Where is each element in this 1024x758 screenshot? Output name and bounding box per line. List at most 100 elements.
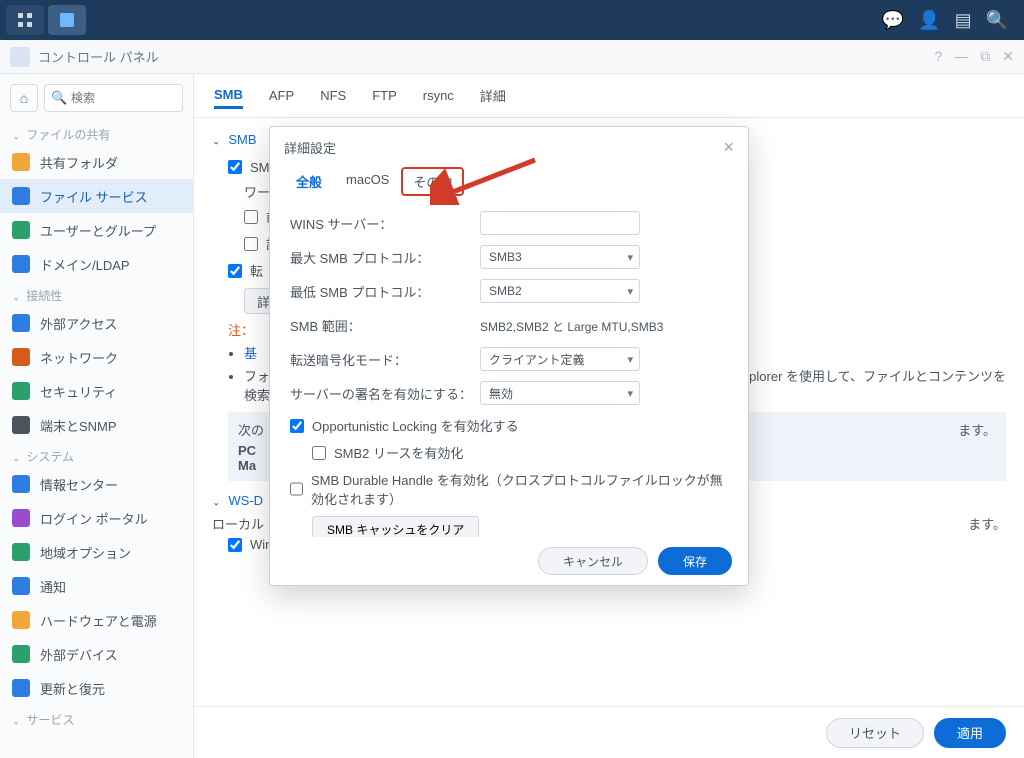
- sign-select[interactable]: 無効: [480, 381, 640, 405]
- sidebar-item[interactable]: ドメイン/LDAP: [0, 247, 193, 281]
- sidebar-item-icon: [12, 153, 30, 171]
- app-icon: [10, 47, 30, 67]
- sidebar-category-file-sharing[interactable]: ファイルの共有: [0, 120, 193, 145]
- tab-smb[interactable]: SMB: [214, 83, 243, 109]
- sidebar-item-icon: [12, 543, 30, 561]
- sidebar-item-icon: [12, 348, 30, 366]
- sidebar-item-label: 更新と復元: [40, 679, 105, 698]
- tab-rsync[interactable]: rsync: [423, 84, 454, 107]
- sidebar-item-icon: [12, 577, 30, 595]
- range-value: SMB2,SMB2 と Large MTU,SMB3: [480, 315, 663, 335]
- sidebar-item-label: 外部アクセス: [40, 314, 117, 333]
- sidebar-item-icon: [12, 187, 30, 205]
- tab-ftp[interactable]: FTP: [372, 84, 397, 107]
- sidebar-item-label: ネットワーク: [40, 348, 118, 367]
- sidebar-item-icon: [12, 382, 30, 400]
- sidebar-item-icon: [12, 509, 30, 527]
- reset-button[interactable]: リセット: [826, 718, 924, 748]
- sidebar-item[interactable]: 地域オプション: [0, 535, 193, 569]
- sidebar-item[interactable]: 端末とSNMP: [0, 408, 193, 442]
- help-icon[interactable]: ?: [934, 48, 942, 65]
- sidebar-item-icon: [12, 221, 30, 239]
- min-smb-select[interactable]: SMB2: [480, 279, 640, 303]
- enc-label: 転送暗号化モード：: [290, 350, 480, 369]
- sidebar-item-icon: [12, 416, 30, 434]
- enable-smb-checkbox[interactable]: [228, 160, 242, 174]
- search-icon: 🔍: [51, 90, 67, 106]
- apply-button[interactable]: 適用: [934, 718, 1006, 748]
- sidebar-item-label: 地域オプション: [40, 543, 131, 562]
- sidebar-item[interactable]: ユーザーとグループ: [0, 213, 193, 247]
- wins-label: WINS サーバー：: [290, 214, 480, 233]
- min-smb-label: 最低 SMB プロトコル：: [290, 282, 480, 301]
- user-icon[interactable]: 👤: [918, 10, 940, 31]
- sidebar-category-system[interactable]: システム: [0, 442, 193, 467]
- close-icon[interactable]: ×: [723, 138, 734, 156]
- sidebar-category-connectivity[interactable]: 接続性: [0, 281, 193, 306]
- sidebar-item-label: ユーザーとグループ: [40, 221, 156, 240]
- transfer-log-checkbox[interactable]: [228, 264, 242, 278]
- maximize-icon[interactable]: ⧉: [980, 48, 990, 65]
- clear-cache-button[interactable]: SMB キャッシュをクリア: [312, 516, 479, 537]
- sidebar-item-label: 通知: [40, 577, 66, 596]
- widgets-icon[interactable]: ▤: [955, 10, 972, 31]
- messages-icon[interactable]: 💬: [882, 10, 904, 31]
- sidebar-item[interactable]: ログイン ポータル: [0, 501, 193, 535]
- sidebar-item-label: 共有フォルダ: [40, 153, 118, 172]
- dock-apps-icon[interactable]: [6, 5, 44, 35]
- dock-control-panel-icon[interactable]: [48, 5, 86, 35]
- home-button[interactable]: ⌂: [10, 84, 38, 112]
- sidebar-item-label: 外部デバイス: [40, 645, 118, 664]
- wins-input[interactable]: [480, 211, 640, 235]
- range-label: SMB 範囲：: [290, 316, 480, 335]
- system-tray: 💬 👤 ▤ 🔍: [882, 10, 1018, 31]
- sidebar-item[interactable]: 更新と復元: [0, 671, 193, 705]
- sidebar-item-label: セキュリティ: [40, 382, 117, 401]
- sidebar-item-icon: [12, 611, 30, 629]
- sidebar-item[interactable]: ハードウェアと電源: [0, 603, 193, 637]
- search-icon[interactable]: 🔍: [986, 10, 1008, 31]
- minimize-icon[interactable]: —: [954, 48, 968, 65]
- sidebar-item[interactable]: 通知: [0, 569, 193, 603]
- tab-nfs[interactable]: NFS: [320, 84, 346, 107]
- sidebar-item-label: 端末とSNMP: [40, 416, 117, 435]
- save-button[interactable]: 保存: [658, 547, 732, 575]
- max-smb-label: 最大 SMB プロトコル：: [290, 248, 480, 267]
- sidebar-category-services[interactable]: サービス: [0, 705, 193, 730]
- sidebar-item-label: ドメイン/LDAP: [40, 255, 130, 274]
- system-bar: 💬 👤 ▤ 🔍: [0, 0, 1024, 40]
- oplock-checkbox[interactable]: [290, 419, 304, 433]
- sidebar-item[interactable]: 共有フォルダ: [0, 145, 193, 179]
- sidebar-item[interactable]: 外部デバイス: [0, 637, 193, 671]
- titlebar: コントロール パネル ? — ⧉ ✕: [0, 40, 1024, 74]
- prev-checkbox[interactable]: [244, 210, 258, 224]
- durable-checkbox[interactable]: [290, 482, 303, 496]
- sidebar-item-icon: [12, 679, 30, 697]
- dialog-tab-macos[interactable]: macOS: [334, 167, 401, 196]
- tab-afp[interactable]: AFP: [269, 84, 294, 107]
- close-window-icon[interactable]: ✕: [1002, 48, 1014, 65]
- dialog-title: 詳細設定: [284, 138, 336, 157]
- dialog-tab-other[interactable]: その他: [401, 167, 464, 196]
- footer: リセット 適用: [194, 706, 1024, 758]
- windows-checkbox[interactable]: [228, 538, 242, 552]
- max-smb-select[interactable]: SMB3: [480, 245, 640, 269]
- sidebar-item[interactable]: ネットワーク: [0, 340, 193, 374]
- sidebar-item[interactable]: ファイル サービス: [0, 179, 193, 213]
- durable-label: SMB Durable Handle を有効化（クロスプロトコルファイルロックが…: [311, 470, 728, 508]
- dialog-tab-general[interactable]: 全般: [284, 167, 334, 196]
- sidebar-item-icon: [12, 314, 30, 332]
- allow-checkbox[interactable]: [244, 237, 258, 251]
- sidebar-item[interactable]: セキュリティ: [0, 374, 193, 408]
- enc-select[interactable]: クライアント定義: [480, 347, 640, 371]
- cancel-button[interactable]: キャンセル: [538, 547, 648, 575]
- sidebar-item-label: 情報センター: [40, 475, 118, 494]
- sidebar-item[interactable]: 外部アクセス: [0, 306, 193, 340]
- tab-詳細[interactable]: 詳細: [480, 82, 506, 109]
- sidebar-item-label: ログイン ポータル: [40, 509, 148, 528]
- smb2-lease-label: SMB2 リースを有効化: [334, 443, 463, 462]
- oplock-label: Opportunistic Locking を有効化する: [312, 416, 519, 435]
- window-title: コントロール パネル: [38, 47, 159, 66]
- smb2-lease-checkbox[interactable]: [312, 446, 326, 460]
- sidebar-item[interactable]: 情報センター: [0, 467, 193, 501]
